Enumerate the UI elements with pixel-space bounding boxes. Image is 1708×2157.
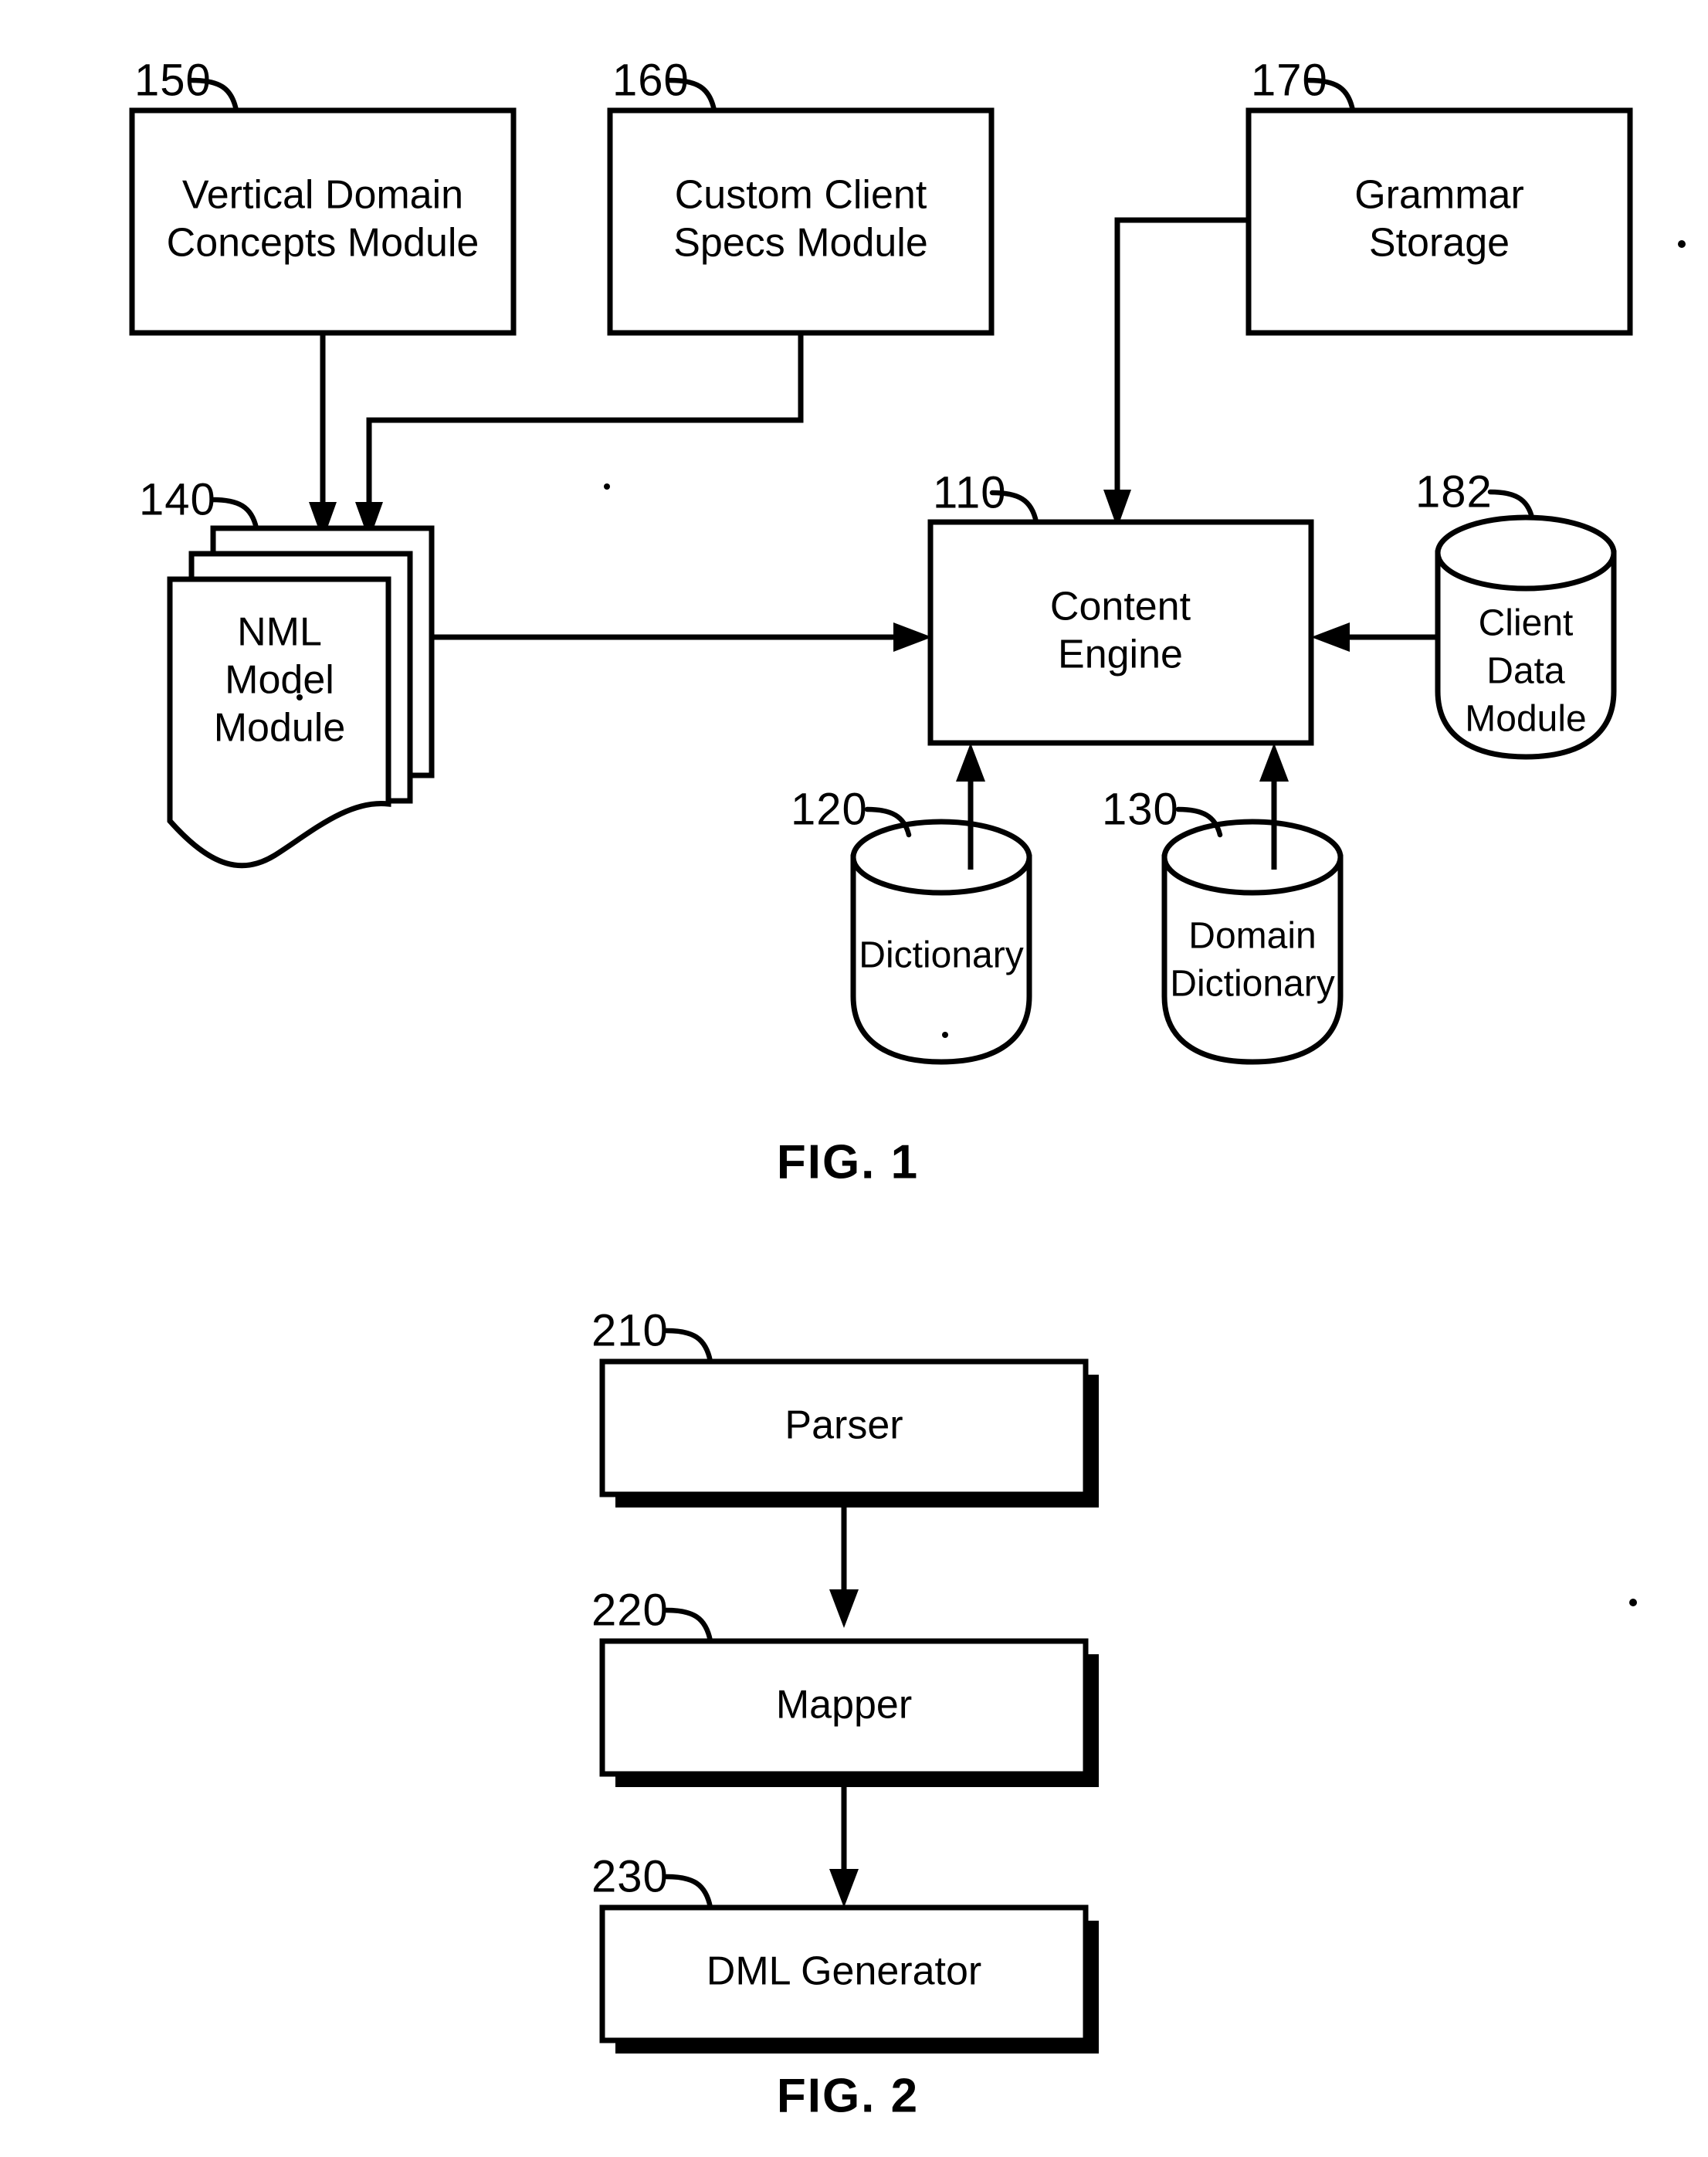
edge-220-to-230 <box>829 1787 859 1908</box>
node-140-label-line-2: Model <box>225 658 334 703</box>
edge-170-to-110-line <box>1114 217 1249 512</box>
node-120-cylinder-top <box>850 819 1032 896</box>
node-150-ref-number: 150 <box>134 55 212 105</box>
node-140-leader-line <box>209 497 259 531</box>
node-130-cylinder-top <box>1161 819 1344 896</box>
node-182-label-line-3: Module <box>1465 699 1586 740</box>
node-160-label-line-2: Specs Module <box>673 221 928 266</box>
node-230-leader-line <box>663 1874 713 1911</box>
node-210-parser[interactable]: Parser 210 <box>591 1305 1099 1508</box>
edge-210-to-220-arrowhead <box>829 1589 859 1628</box>
scan-speck-5 <box>1629 1599 1637 1606</box>
edge-140-to-110 <box>432 622 932 652</box>
node-230-ref-number: 230 <box>591 1851 669 1901</box>
edge-210-to-220 <box>829 1508 859 1628</box>
edge-150-to-140 <box>309 333 337 541</box>
scan-speck-4 <box>942 1032 948 1038</box>
node-220-label: Mapper <box>776 1683 912 1728</box>
node-182-cylinder-top <box>1435 514 1617 592</box>
node-120-ref-number: 120 <box>791 784 868 834</box>
node-220-leader-line <box>663 1607 713 1644</box>
figure-1-group: Vertical Domain Concepts Module 150 Cust… <box>129 55 1686 1189</box>
node-130-ref-number: 130 <box>1102 784 1179 834</box>
node-170-grammar-storage[interactable]: Grammar Storage 170 <box>1245 55 1633 336</box>
node-170-label-line-2: Storage <box>1369 221 1510 266</box>
figure-1-caption: FIG. 1 <box>777 1135 919 1189</box>
edge-130-to-110-arrowhead <box>1259 743 1289 782</box>
patent-figures-canvas: Vertical Domain Concepts Module 150 Cust… <box>129 55 1686 2122</box>
edge-170-to-110 <box>1103 217 1249 528</box>
node-170-ref-number: 170 <box>1251 55 1328 105</box>
node-160-custom-client-specs-module[interactable]: Custom Client Specs Module 160 <box>607 55 995 336</box>
patent-drawing-page: Vertical Domain Concepts Module 150 Cust… <box>0 0 1708 2157</box>
node-182-label-line-2: Data <box>1486 651 1565 692</box>
node-210-leader-line <box>663 1328 713 1365</box>
figure-2-caption: FIG. 2 <box>777 2069 919 2122</box>
node-120-label-line-1: Dictionary <box>859 935 1023 976</box>
edge-182-to-110-arrowhead <box>1311 622 1350 652</box>
node-120-dictionary[interactable]: Dictionary 120 <box>791 784 1032 1065</box>
edge-140-to-110-arrowhead <box>893 622 932 652</box>
node-150-label-line-1: Vertical Domain <box>182 173 463 218</box>
node-150-label-line-2: Concepts Module <box>167 221 480 266</box>
node-110-label-line-1: Content <box>1050 585 1191 629</box>
node-140-nml-model-module[interactable]: NML Model Module 140 <box>139 474 435 869</box>
figure-2-group: Parser 210 Mapper 220 DML Generator 230 … <box>591 1305 1637 2122</box>
node-140-label-line-3: Module <box>214 706 346 751</box>
node-150-vertical-domain-concepts-module[interactable]: Vertical Domain Concepts Module 150 <box>129 55 517 336</box>
edge-220-to-230-arrowhead <box>829 1869 859 1908</box>
node-130-domain-dictionary[interactable]: Domain Dictionary 130 <box>1102 784 1344 1065</box>
node-220-ref-number: 220 <box>591 1585 669 1635</box>
edge-160-to-140 <box>355 333 804 541</box>
node-140-ref-number: 140 <box>139 474 216 524</box>
node-110-ref-number: 110 <box>933 467 1006 517</box>
edge-120-to-110-arrowhead <box>956 743 985 782</box>
node-140-label-line-1: NML <box>237 610 322 655</box>
node-110-label-line-2: Engine <box>1058 633 1183 677</box>
scan-speck-3 <box>297 694 303 700</box>
node-210-ref-number: 210 <box>591 1305 669 1355</box>
node-182-client-data-module[interactable]: Client Data Module 182 <box>1415 466 1617 760</box>
node-182-ref-number: 182 <box>1415 466 1493 517</box>
node-160-ref-number: 160 <box>612 55 690 105</box>
node-182-label-line-1: Client <box>1479 603 1574 644</box>
node-182-leader-line <box>1487 489 1535 521</box>
node-130-label-line-2: Dictionary <box>1170 964 1334 1005</box>
node-130-label-line-1: Domain <box>1188 916 1316 957</box>
node-230-label: DML Generator <box>707 1949 981 1994</box>
node-160-label-line-1: Custom Client <box>675 173 927 218</box>
node-170-label-line-1: Grammar <box>1354 173 1524 218</box>
scan-speck-2 <box>604 483 610 490</box>
node-210-label: Parser <box>785 1403 903 1448</box>
edge-182-to-110 <box>1311 622 1438 652</box>
scan-speck-1 <box>1678 240 1686 248</box>
edge-160-to-140-line <box>366 333 804 524</box>
